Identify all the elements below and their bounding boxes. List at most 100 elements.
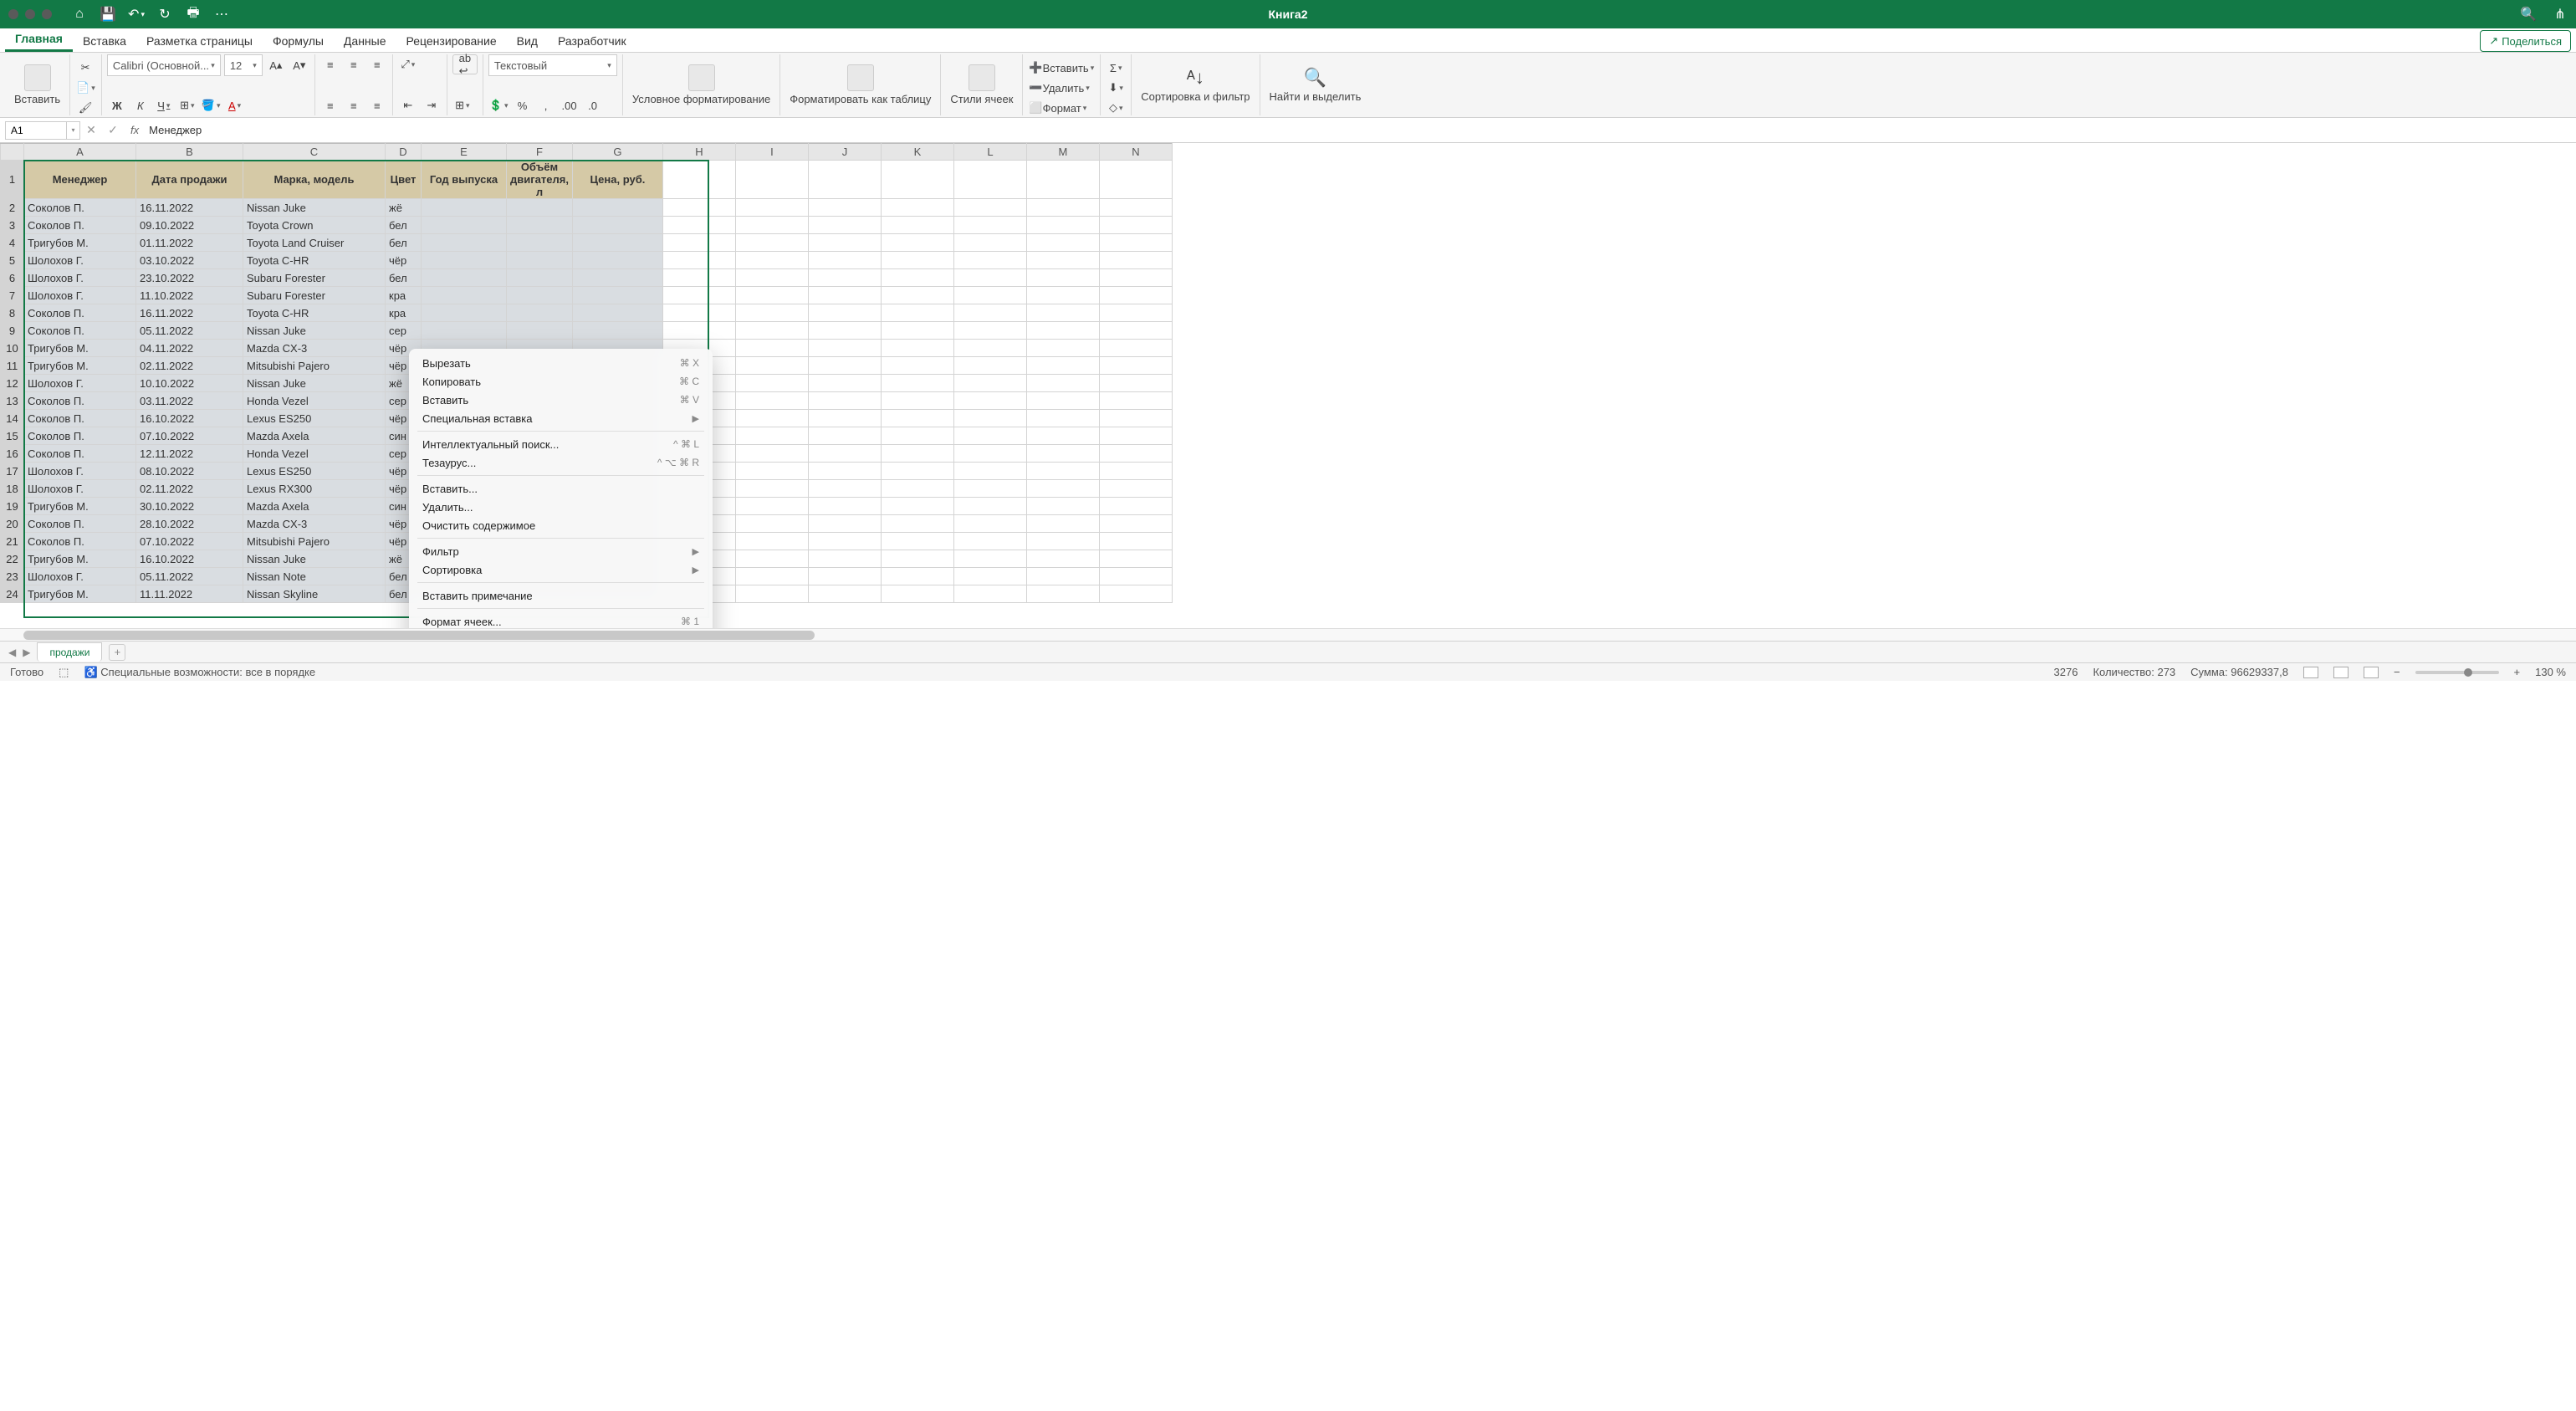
cell[interactable]	[1026, 357, 1099, 375]
autosum-icon[interactable]: Σ▾	[1106, 58, 1126, 78]
cell[interactable]	[507, 217, 573, 234]
cell[interactable]	[1026, 340, 1099, 357]
row-header-14[interactable]: 14	[1, 410, 24, 427]
cell[interactable]: Nissan Juke	[243, 322, 386, 340]
cell[interactable]	[808, 322, 881, 340]
align-left-icon[interactable]: ≡	[320, 95, 340, 115]
format-table-button[interactable]: Форматировать как таблицу	[785, 54, 935, 115]
cell[interactable]: Тригубов М.	[24, 550, 136, 568]
row-header-13[interactable]: 13	[1, 392, 24, 410]
col-header-L[interactable]: L	[953, 144, 1026, 161]
cell[interactable]	[881, 550, 953, 568]
cell[interactable]	[735, 269, 808, 287]
cell[interactable]: Соколов П.	[24, 410, 136, 427]
cell[interactable]: Тригубов М.	[24, 357, 136, 375]
cell[interactable]: Toyota C-HR	[243, 252, 386, 269]
cell[interactable]: Mitsubishi Pajero	[243, 533, 386, 550]
cell[interactable]: 04.11.2022	[136, 340, 243, 357]
cell[interactable]: 05.11.2022	[136, 568, 243, 585]
cell[interactable]: Nissan Juke	[243, 550, 386, 568]
minimize-window[interactable]	[25, 9, 35, 19]
align-bottom-icon[interactable]: ≡	[367, 54, 387, 74]
row-header-8[interactable]: 8	[1, 304, 24, 322]
cell[interactable]: Toyota C-HR	[243, 304, 386, 322]
col-header-J[interactable]: J	[808, 144, 881, 161]
row-header-24[interactable]: 24	[1, 585, 24, 603]
cell[interactable]: 12.11.2022	[136, 445, 243, 463]
cell[interactable]	[881, 322, 953, 340]
cell[interactable]: Тригубов М.	[24, 585, 136, 603]
cell[interactable]	[808, 357, 881, 375]
table-header-cell[interactable]: Менеджер	[24, 161, 136, 199]
percent-icon[interactable]: %	[513, 95, 533, 115]
table-header-cell[interactable]: Дата продажи	[136, 161, 243, 199]
align-right-icon[interactable]: ≡	[367, 95, 387, 115]
worksheet-grid[interactable]: ABCDEFGHIJKLMN1МенеджерДата продажиМарка…	[0, 143, 2576, 628]
cell[interactable]: Toyota Crown	[243, 217, 386, 234]
cell[interactable]	[953, 287, 1026, 304]
cell[interactable]	[1099, 199, 1172, 217]
cell[interactable]	[1026, 322, 1099, 340]
menu-item[interactable]: Специальная вставка▶	[409, 409, 713, 427]
cell[interactable]	[808, 287, 881, 304]
cell[interactable]	[881, 234, 953, 252]
cell[interactable]	[953, 585, 1026, 603]
menu-item[interactable]: Вставить...	[409, 479, 713, 498]
cell[interactable]	[953, 533, 1026, 550]
cell[interactable]	[808, 199, 881, 217]
cell[interactable]	[572, 304, 662, 322]
cell[interactable]: Шолохов Г.	[24, 463, 136, 480]
cell[interactable]	[881, 533, 953, 550]
cell[interactable]	[1099, 585, 1172, 603]
cell[interactable]: Соколов П.	[24, 304, 136, 322]
fill-icon[interactable]: ⬇▾	[1106, 78, 1126, 98]
cell[interactable]: Lexus ES250	[243, 463, 386, 480]
cell[interactable]: 08.10.2022	[136, 463, 243, 480]
row-header-3[interactable]: 3	[1, 217, 24, 234]
cell[interactable]: 16.11.2022	[136, 199, 243, 217]
cell[interactable]: кра	[386, 304, 422, 322]
cell[interactable]	[808, 234, 881, 252]
tab-review[interactable]: Рецензирование	[396, 29, 507, 52]
cell[interactable]: Honda Vezel	[243, 392, 386, 410]
delete-cells-button[interactable]: ➖ Удалить▾	[1028, 78, 1090, 98]
cell[interactable]	[953, 234, 1026, 252]
table-header-cell[interactable]: Объём двигателя, л	[507, 161, 573, 199]
sheet-next-icon[interactable]: ▶	[23, 647, 30, 658]
cell[interactable]	[1099, 287, 1172, 304]
cell[interactable]	[507, 252, 573, 269]
cell[interactable]	[1026, 252, 1099, 269]
cell[interactable]	[572, 252, 662, 269]
cell[interactable]	[881, 585, 953, 603]
cell[interactable]	[881, 340, 953, 357]
align-center-icon[interactable]: ≡	[344, 95, 364, 115]
cell[interactable]	[1099, 217, 1172, 234]
font-color-button[interactable]: A▾	[225, 95, 245, 115]
cell[interactable]	[1026, 585, 1099, 603]
cell[interactable]	[881, 357, 953, 375]
cell[interactable]: 02.11.2022	[136, 357, 243, 375]
cell[interactable]: 07.10.2022	[136, 427, 243, 445]
cell[interactable]: Тригубов М.	[24, 498, 136, 515]
cell[interactable]	[662, 287, 735, 304]
cell[interactable]	[808, 392, 881, 410]
cell[interactable]: 09.10.2022	[136, 217, 243, 234]
tab-developer[interactable]: Разработчик	[548, 29, 636, 52]
select-all-corner[interactable]	[1, 144, 24, 161]
menu-item[interactable]: Вырезать⌘ X	[409, 354, 713, 372]
menu-item[interactable]: Вставить⌘ V	[409, 391, 713, 409]
zoom-slider[interactable]	[2415, 671, 2499, 674]
cell[interactable]	[881, 427, 953, 445]
decrease-indent-icon[interactable]: ⇤	[398, 95, 418, 115]
cell[interactable]	[422, 304, 507, 322]
cell[interactable]: Mazda Axela	[243, 498, 386, 515]
find-select-button[interactable]: 🔍Найти и выделить	[1265, 54, 1366, 115]
cell[interactable]	[735, 161, 808, 199]
cell[interactable]: Lexus RX300	[243, 480, 386, 498]
cell[interactable]	[953, 568, 1026, 585]
cell[interactable]: 11.11.2022	[136, 585, 243, 603]
cell[interactable]	[1026, 304, 1099, 322]
cell[interactable]	[808, 515, 881, 533]
row-header-11[interactable]: 11	[1, 357, 24, 375]
cell[interactable]	[808, 269, 881, 287]
